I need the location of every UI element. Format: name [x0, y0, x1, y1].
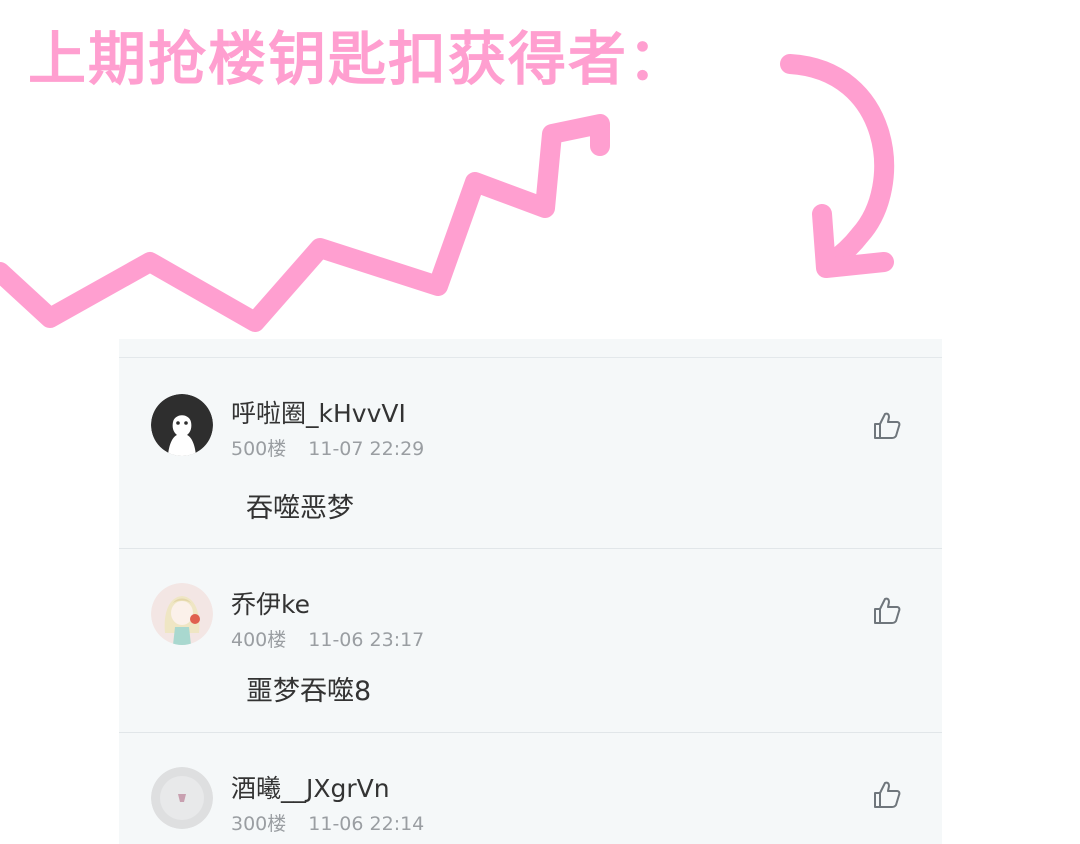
ghost-avatar-icon[interactable]: [151, 394, 213, 456]
comment-meta: 400楼 11-06 23:17: [231, 625, 424, 652]
comment-item: 乔伊ke 400楼 11-06 23:17 噩梦吞噬8: [119, 549, 942, 733]
curved-arrow: [780, 54, 895, 276]
panel-divider: [119, 339, 942, 358]
thumbs-up-icon[interactable]: [871, 595, 903, 627]
comment-username[interactable]: 乔伊ke: [231, 585, 310, 621]
zigzag-line: [0, 114, 610, 332]
floor-number: 300楼: [231, 813, 287, 835]
comment-time: 11-07 22:29: [308, 438, 425, 460]
comment-time: 11-06 22:14: [308, 813, 425, 835]
comment-text: 吞噬恶梦: [246, 493, 354, 524]
floor-number: 400楼: [231, 629, 287, 651]
pink-doodle-arrow: [0, 54, 895, 332]
thumbs-up-icon[interactable]: [871, 410, 903, 442]
comment-meta: 300楼 11-06 22:14: [231, 809, 424, 836]
comment-username[interactable]: 酒曦__JXgrVn: [231, 769, 390, 805]
comment-list: 呼啦圈_kHvvVI 500楼 11-07 22:29 吞噬恶梦 乔伊ke 400…: [119, 339, 942, 844]
comment-username[interactable]: 呼啦圈_kHvvVI: [231, 394, 406, 430]
comment-time: 11-06 23:17: [308, 629, 425, 651]
anime-girl-avatar-icon[interactable]: [151, 583, 213, 645]
floor-number: 500楼: [231, 438, 287, 460]
comment-meta: 500楼 11-07 22:29: [231, 434, 424, 461]
thumbs-up-icon[interactable]: [871, 779, 903, 811]
gray-avatar-icon[interactable]: [151, 767, 213, 829]
comment-text: 噩梦吞噬8: [246, 676, 372, 707]
comment-item: 呼啦圈_kHvvVI 500楼 11-07 22:29 吞噬恶梦: [119, 358, 942, 549]
comment-item: 酒曦__JXgrVn 300楼 11-06 22:14: [119, 733, 942, 844]
